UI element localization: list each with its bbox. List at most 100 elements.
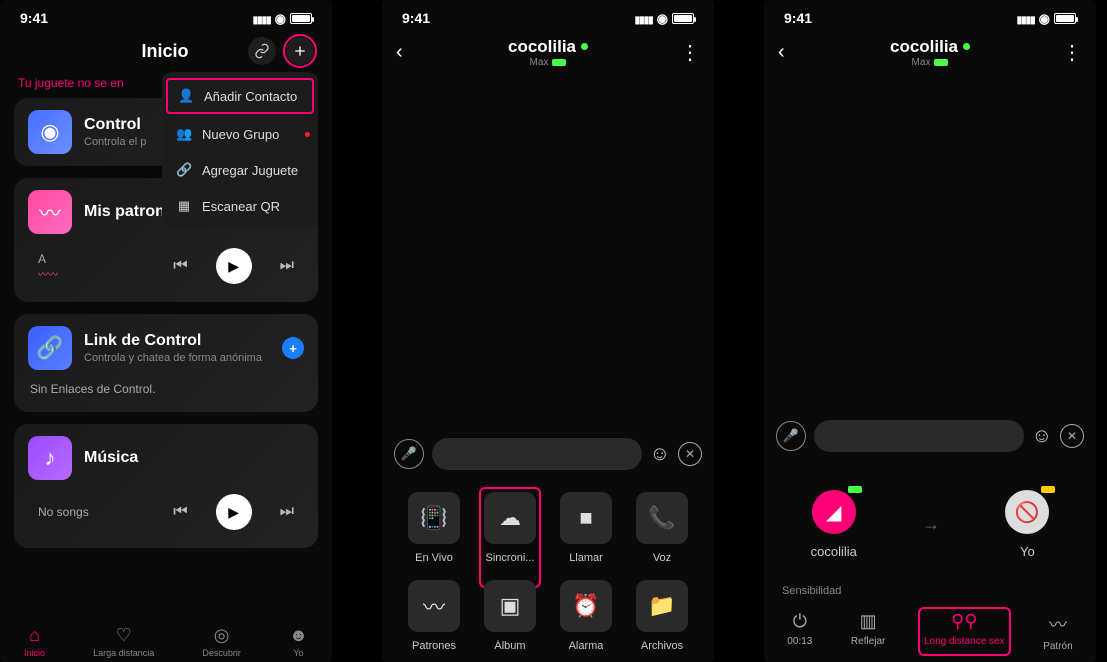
action-patterns-label: Patrones bbox=[412, 640, 456, 652]
chat-device: Max bbox=[802, 57, 1058, 68]
message-input[interactable] bbox=[814, 420, 1024, 452]
action-album-label: Álbum bbox=[494, 640, 525, 652]
wifi-icon bbox=[275, 10, 286, 27]
status-icons bbox=[253, 10, 312, 27]
online-dot-icon bbox=[581, 43, 588, 50]
heart-icon: ♡ bbox=[116, 625, 132, 646]
message-input[interactable] bbox=[432, 438, 642, 470]
link-note: Sin Enlaces de Control. bbox=[28, 378, 304, 400]
chat-body[interactable] bbox=[382, 74, 714, 430]
dropdown-scan-qr[interactable]: ▦ Escanear QR bbox=[162, 188, 318, 224]
more-button[interactable]: ⋮ bbox=[1058, 40, 1082, 65]
phone-icon: 📞 bbox=[636, 492, 688, 544]
control-link-card[interactable]: 🔗 Link de Control Controla y chatea de f… bbox=[14, 314, 318, 412]
next-button[interactable]: ⏭ bbox=[280, 257, 294, 275]
action-alarm-label: Alarma bbox=[569, 640, 604, 652]
close-actions-button[interactable]: ✕ bbox=[678, 442, 702, 466]
action-files[interactable]: 📁 Archivos bbox=[628, 580, 696, 652]
status-bar: 9:41 bbox=[382, 0, 714, 30]
music-card[interactable]: ♪ Música No songs ⏮ ▶ ⏭ bbox=[14, 424, 318, 548]
link-icon-button[interactable] bbox=[248, 37, 276, 65]
action-grid: 📳 En Vivo ☁ Sincroni... ■ Llamar 📞 Voz bbox=[382, 478, 714, 662]
add-link-button[interactable]: + bbox=[282, 337, 304, 359]
mirror-icon: ▥ bbox=[860, 611, 877, 632]
status-icons bbox=[1017, 10, 1076, 27]
nav-long-distance[interactable]: ♡ Larga distancia bbox=[93, 625, 154, 658]
prev-button[interactable]: ⏮ bbox=[173, 257, 187, 275]
mic-button[interactable]: 🎤 bbox=[394, 439, 424, 469]
nav-me[interactable]: ☻ Yo bbox=[289, 625, 308, 658]
action-sync-label: Sincroni... bbox=[486, 552, 535, 564]
chat-header: ‹ cocolilia Max ⋮ bbox=[382, 30, 714, 74]
notification-dot bbox=[305, 132, 310, 137]
wave-icon: 〰〰 bbox=[38, 266, 66, 281]
sensitivity-label: Sensibilidad bbox=[782, 585, 1078, 597]
image-icon: ▣ bbox=[484, 580, 536, 632]
dropdown-add-contact[interactable]: 👤 Añadir Contacto bbox=[166, 78, 314, 114]
local-user-label: Yo bbox=[1020, 544, 1035, 559]
screen-home: 9:41 Inicio Tu juguete no se en ◉ Contr bbox=[0, 0, 332, 662]
signal-icon bbox=[635, 10, 653, 26]
action-live-label: En Vivo bbox=[415, 552, 453, 564]
online-dot-icon bbox=[963, 43, 970, 50]
dropdown-add-toy-label: Agregar Juguete bbox=[202, 163, 298, 178]
emoji-button[interactable]: ☺ bbox=[650, 443, 670, 466]
remote-user-label: cocolilia bbox=[811, 544, 857, 559]
home-icon: ⌂ bbox=[29, 625, 40, 646]
action-patterns[interactable]: 〰 Patrones bbox=[400, 580, 468, 652]
mic-button[interactable]: 🎤 bbox=[776, 421, 806, 451]
session-mirror[interactable]: ▥ Reflejar bbox=[845, 607, 891, 656]
more-button[interactable]: ⋮ bbox=[676, 40, 700, 65]
user-pair: ◢ cocolilia → 🚫 Yo bbox=[778, 480, 1082, 565]
back-button[interactable]: ‹ bbox=[778, 41, 802, 64]
session-timer[interactable]: ⏻ 00:13 bbox=[781, 607, 818, 656]
action-call[interactable]: ■ Llamar bbox=[552, 492, 620, 564]
action-alarm[interactable]: ⏰ Alarma bbox=[552, 580, 620, 652]
action-voice-label: Voz bbox=[653, 552, 671, 564]
play-button[interactable]: ▶ bbox=[216, 248, 252, 284]
action-live[interactable]: 📳 En Vivo bbox=[400, 492, 468, 564]
dropdown-add-toy[interactable]: 🔗 Agregar Juguete bbox=[162, 152, 318, 188]
session-pattern[interactable]: 〰 Patrón bbox=[1037, 607, 1078, 656]
action-sync[interactable]: ☁ Sincroni... bbox=[476, 492, 544, 564]
remote-avatar[interactable]: ◢ bbox=[812, 490, 856, 534]
home-header: Inicio bbox=[0, 30, 332, 72]
status-time: 9:41 bbox=[20, 10, 48, 26]
action-files-label: Archivos bbox=[641, 640, 683, 652]
close-button[interactable]: ✕ bbox=[1060, 424, 1084, 448]
back-button[interactable]: ‹ bbox=[396, 41, 420, 64]
action-album[interactable]: ▣ Álbum bbox=[476, 580, 544, 652]
link-title: Link de Control bbox=[84, 332, 270, 350]
chat-title: cocolilia bbox=[508, 37, 588, 57]
music-next-button[interactable]: ⏭ bbox=[280, 503, 294, 521]
dropdown-new-group[interactable]: 👥 Nuevo Grupo bbox=[162, 116, 318, 152]
cloud-sync-icon: ☁ bbox=[484, 492, 536, 544]
nav-home[interactable]: ⌂ Inicio bbox=[24, 625, 45, 658]
plus-button[interactable] bbox=[286, 37, 314, 65]
chat-title: cocolilia bbox=[890, 37, 970, 57]
music-prev-button[interactable]: ⏮ bbox=[173, 503, 187, 521]
action-call-label: Llamar bbox=[569, 552, 603, 564]
music-play-button[interactable]: ▶ bbox=[216, 494, 252, 530]
alarm-icon: ⏰ bbox=[560, 580, 612, 632]
battery-icon bbox=[1054, 13, 1076, 24]
chat-header: ‹ cocolilia Max ⋮ bbox=[764, 30, 1096, 74]
long-distance-icon: ⚲⚲ bbox=[951, 611, 977, 632]
chat-device-label: Max bbox=[912, 57, 931, 68]
phone-vibrate-icon: 📳 bbox=[408, 492, 460, 544]
link-icon: 🔗 bbox=[176, 162, 192, 178]
dropdown-add-contact-label: Añadir Contacto bbox=[204, 89, 297, 104]
battery-icon bbox=[290, 13, 312, 24]
status-icons bbox=[635, 10, 694, 27]
chat-device: Max bbox=[420, 57, 676, 68]
local-avatar[interactable]: 🚫 bbox=[1005, 490, 1049, 534]
session-mirror-label: Reflejar bbox=[851, 636, 885, 647]
emoji-button[interactable]: ☺ bbox=[1032, 425, 1052, 448]
action-voice[interactable]: 📞 Voz bbox=[628, 492, 696, 564]
nav-discover[interactable]: ◎ Descubrir bbox=[202, 625, 241, 658]
session-long-distance[interactable]: ⚲⚲ Long distance sex bbox=[918, 607, 1011, 656]
battery-bar-icon bbox=[934, 59, 948, 66]
nav-discover-label: Descubrir bbox=[202, 648, 241, 658]
link-icon: 🔗 bbox=[28, 326, 72, 370]
music-icon: ♪ bbox=[28, 436, 72, 480]
